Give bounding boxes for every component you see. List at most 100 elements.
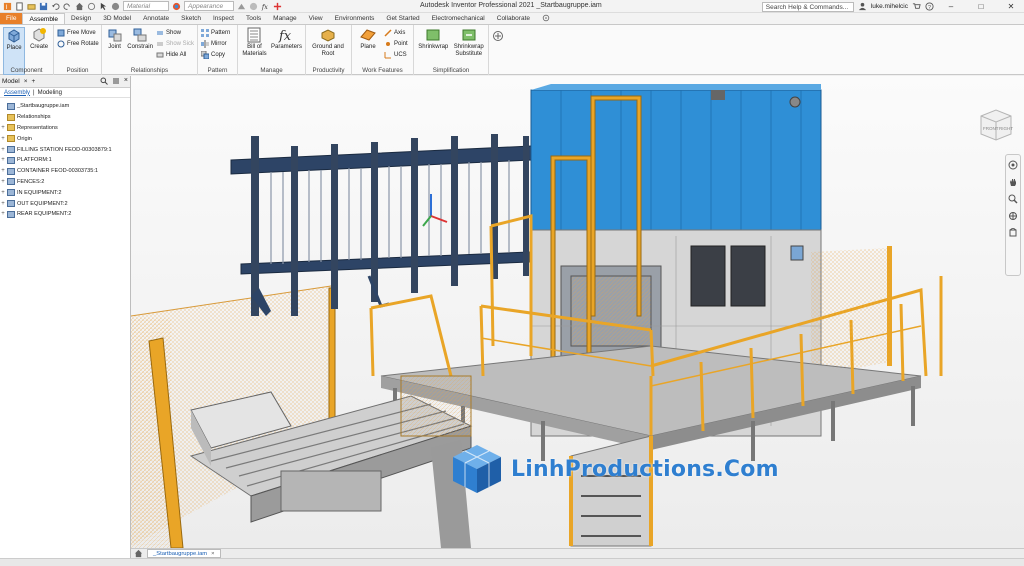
update-icon[interactable]: [87, 2, 96, 11]
tab-3d-model[interactable]: 3D Model: [97, 13, 137, 24]
material-dropdown[interactable]: Material: [123, 1, 169, 11]
ucs-button[interactable]: UCS: [384, 50, 408, 60]
tab-annotate[interactable]: Annotate: [137, 13, 175, 24]
browser-menu-icon[interactable]: [112, 77, 120, 85]
expand-plus-icon[interactable]: +: [0, 179, 6, 185]
tab-tools[interactable]: Tools: [240, 13, 267, 24]
tab-get-started[interactable]: Get Started: [380, 13, 425, 24]
tree-node[interactable]: + PLATFORM:1: [0, 155, 130, 166]
home-tab-icon[interactable]: [134, 549, 143, 558]
tab-collaborate[interactable]: Collaborate: [491, 13, 536, 24]
axis-button[interactable]: Axis: [384, 28, 408, 38]
expand-plus-icon[interactable]: +: [0, 211, 6, 217]
expand-plus-icon[interactable]: +: [0, 136, 6, 142]
save-icon[interactable]: [39, 2, 48, 11]
appearance-dropdown[interactable]: Appearance: [184, 1, 234, 11]
doc-tab-startbaugruppe[interactable]: _Startbaugruppe.iam ×: [147, 549, 221, 558]
pan-hand-icon[interactable]: [1008, 177, 1018, 187]
expand-plus-icon[interactable]: +: [0, 201, 6, 207]
folder-icon: [7, 135, 15, 143]
tree-node[interactable]: + OUT EQUIPMENT:2: [0, 198, 130, 209]
tree-node[interactable]: + REAR EQUIPMENT:2: [0, 209, 130, 220]
browser-tab-assembly[interactable]: Assembly: [4, 90, 30, 96]
adjust-icon[interactable]: [237, 2, 246, 11]
expand-plus-icon[interactable]: +: [0, 125, 6, 131]
pattern-icon: [201, 29, 209, 37]
viewcube[interactable]: FRONT RIGHT: [976, 104, 1016, 144]
tab-inspect[interactable]: Inspect: [207, 13, 240, 24]
free-move-button[interactable]: Free Move: [57, 28, 99, 38]
search-help-input[interactable]: Search Help & Commands...: [761, 1, 854, 12]
new-file-icon[interactable]: [15, 1, 24, 11]
browser-tab-modeling[interactable]: Modeling: [38, 90, 62, 96]
group-simplification: Shrinkwrap Shrinkwrap Substitute Simplif…: [414, 25, 489, 75]
fx-icon[interactable]: fx: [261, 2, 270, 11]
redo-icon[interactable]: [63, 2, 72, 11]
doc-tab-close-icon[interactable]: ×: [211, 550, 214, 557]
steering-wheel-icon[interactable]: [1008, 160, 1018, 170]
tab-manage[interactable]: Manage: [267, 13, 303, 24]
tree-node[interactable]: + FENCES:2: [0, 177, 130, 188]
appearance-icon[interactable]: [172, 2, 181, 11]
tree-node[interactable]: + Origin: [0, 133, 130, 144]
free-rotate-button[interactable]: Free Rotate: [57, 39, 99, 49]
browser-add-tab-icon[interactable]: +: [32, 78, 36, 85]
graphics-viewport[interactable]: FRONT RIGHT LinhProductions.Com: [131, 76, 1024, 548]
view-face-icon[interactable]: [1008, 228, 1018, 238]
mirror-button[interactable]: Mirror: [201, 39, 230, 49]
free-move-label: Free Move: [67, 30, 96, 36]
place-label: Place: [6, 45, 22, 51]
tab-sketch[interactable]: Sketch: [175, 13, 207, 24]
clear-icon[interactable]: [249, 2, 258, 11]
copy-button[interactable]: Copy: [201, 50, 230, 60]
tab-electromechanical[interactable]: Electromechanical: [426, 13, 491, 24]
ribbon-options-icon[interactable]: [542, 14, 550, 22]
create-label: Create: [30, 44, 49, 50]
plus-icon[interactable]: [273, 2, 282, 11]
joint-icon: [108, 29, 122, 42]
tree-node[interactable]: + FILLING STATION FEOD-00303879:1: [0, 144, 130, 155]
zoom-icon[interactable]: [1008, 194, 1018, 204]
help-icon[interactable]: ?: [925, 2, 934, 11]
inventor-logo-icon[interactable]: I: [3, 2, 12, 11]
show-sick-button[interactable]: Show Sick: [156, 39, 194, 49]
tree-node-label: CONTAINER FEOD-00303735:1: [17, 168, 99, 175]
expand-plus-icon[interactable]: +: [0, 147, 6, 153]
point-button[interactable]: Point: [384, 39, 408, 49]
tab-assemble[interactable]: Assemble: [22, 13, 66, 24]
open-folder-icon[interactable]: [27, 2, 36, 11]
tree-node[interactable]: Relationships: [0, 112, 130, 123]
tree-root[interactable]: _Startbaugruppe.iam: [0, 101, 130, 112]
tab-environments[interactable]: Environments: [329, 13, 381, 24]
undo-icon[interactable]: [51, 2, 60, 11]
maximize-button[interactable]: □: [968, 0, 994, 13]
expand-plus-icon[interactable]: +: [0, 168, 6, 174]
expand-plus-icon[interactable]: +: [0, 157, 6, 163]
browser-search-icon[interactable]: [100, 77, 108, 85]
minimize-button[interactable]: –: [938, 0, 964, 13]
tree-node[interactable]: + CONTAINER FEOD-00303735:1: [0, 166, 130, 177]
add-panel-icon[interactable]: [492, 30, 504, 42]
tree-node[interactable]: + Representations: [0, 123, 130, 134]
close-button[interactable]: ✕: [998, 0, 1024, 13]
user-name[interactable]: luke.mihelcic: [871, 3, 908, 10]
browser-close-tab-icon[interactable]: ×: [24, 78, 28, 85]
expand-plus-icon[interactable]: +: [0, 190, 6, 196]
constrain-label: Constrain: [127, 44, 153, 50]
show-button[interactable]: Show: [156, 28, 194, 38]
tab-design[interactable]: Design: [65, 13, 97, 24]
cart-icon[interactable]: [912, 2, 921, 11]
group-component: Place Create Component: [0, 25, 54, 75]
pattern-button[interactable]: Pattern: [201, 28, 230, 38]
tab-view[interactable]: View: [303, 13, 329, 24]
user-icon[interactable]: [858, 2, 867, 11]
tree-node[interactable]: + IN EQUIPMENT:2: [0, 187, 130, 198]
home-icon[interactable]: [75, 2, 84, 11]
browser-close-icon[interactable]: ×: [124, 77, 128, 85]
tab-file[interactable]: File: [0, 13, 23, 24]
orbit-icon[interactable]: [1008, 211, 1018, 221]
select-icon[interactable]: [99, 2, 108, 11]
overhead-gantry[interactable]: [230, 134, 532, 316]
material-icon[interactable]: [111, 2, 120, 11]
hide-all-button[interactable]: Hide All: [156, 50, 194, 60]
